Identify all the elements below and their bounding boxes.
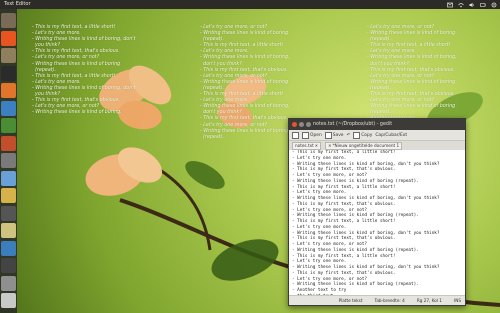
app-icon-14[interactable] [1, 240, 16, 256]
system-tray [447, 0, 497, 9]
save-button[interactable]: Save [324, 131, 344, 139]
trash-icon[interactable] [1, 293, 16, 308]
open-label: Open [310, 132, 322, 138]
text-editor-icon[interactable] [1, 170, 16, 186]
text-editor-area[interactable]: - This is my first text, a little short!… [289, 150, 465, 295]
minimize-icon[interactable] [299, 122, 304, 127]
tab-notes[interactable]: notes.txt ✕ [292, 141, 322, 150]
new-document-icon [292, 131, 299, 139]
close-icon[interactable]: ✕ [328, 143, 331, 149]
top-panel: Text Editor [0, 0, 500, 9]
desktop-text-column-2: - Let's try one more, or not? - Writing … [200, 25, 290, 140]
app-icon-11[interactable] [1, 188, 16, 203]
gedit-window[interactable]: notes.txt (~/Dropbox/ubt) - gedit Open S… [288, 118, 466, 306]
copy-label: Copy [361, 132, 373, 138]
ubuntu-software-center-icon[interactable] [1, 30, 16, 46]
app-icon-12[interactable] [1, 205, 16, 221]
extra-button[interactable]: Cap/Cubar/Ext [375, 133, 407, 138]
desktop-text-column-3: - Let's try one more, or not? - Writing … [367, 25, 457, 128]
syntax-selector[interactable]: Platte tekst [339, 298, 363, 303]
close-icon[interactable]: ✕ [315, 143, 318, 149]
insert-mode: INS [453, 298, 461, 303]
cursor-position: Rg 27, Kol 1 [416, 298, 442, 303]
window-controls [292, 122, 311, 127]
battery-icon[interactable] [480, 2, 486, 8]
save-icon [324, 131, 332, 139]
files-icon[interactable] [1, 48, 16, 63]
app-icon-16[interactable] [1, 275, 16, 291]
copy-icon [353, 131, 361, 139]
desktop-text-column-1: - This is my first text, a little short!… [32, 25, 136, 116]
open-button[interactable]: Open [302, 131, 322, 139]
close-icon[interactable] [292, 122, 297, 127]
firefox-icon[interactable] [1, 83, 16, 98]
dash-home-icon[interactable] [1, 13, 16, 28]
mail-icon[interactable] [447, 2, 453, 8]
libreoffice-writer-icon[interactable] [1, 100, 16, 116]
window-title: notes.txt (~/Dropbox/ubt) - gedit [313, 122, 393, 127]
window-titlebar[interactable]: notes.txt (~/Dropbox/ubt) - gedit [289, 119, 465, 130]
undo-icon: ↶ [346, 132, 351, 138]
system-settings-icon[interactable] [1, 153, 16, 168]
app-icon-13[interactable] [1, 223, 16, 238]
app-icon-15[interactable] [1, 258, 16, 273]
toolbar: Open Save ↶ Copy Cap/Cubar/Ext [289, 130, 465, 141]
active-app-title: Text Editor [4, 1, 31, 7]
terminal-icon[interactable] [1, 65, 16, 81]
network-icon[interactable] [458, 2, 464, 8]
new-document-button[interactable] [292, 131, 299, 139]
libreoffice-calc-icon[interactable] [1, 118, 16, 133]
undo-button[interactable]: ↶ [347, 133, 351, 138]
folder-open-icon [302, 131, 309, 139]
tab-label: *Nieuw ongetitelde document 1 [332, 142, 400, 148]
save-label: Save [332, 132, 344, 138]
launcher [0, 9, 17, 313]
settings-icon[interactable] [491, 2, 497, 8]
volume-icon[interactable] [469, 2, 475, 8]
tab-untitled[interactable]: ✕ *Nieuw ongetitelde document 1 [325, 141, 403, 150]
tab-width-selector[interactable]: Tab-breedte: 4 [374, 298, 404, 303]
extra-label: Cap/Cubar/Ext [375, 132, 408, 138]
maximize-icon[interactable] [306, 122, 311, 127]
copy-button[interactable]: Copy [353, 131, 373, 139]
tab-label: notes.txt [295, 142, 314, 148]
libreoffice-impress-icon[interactable] [1, 135, 16, 151]
status-bar: Platte tekst Tab-breedte: 4 Rg 27, Kol 1… [289, 295, 465, 305]
